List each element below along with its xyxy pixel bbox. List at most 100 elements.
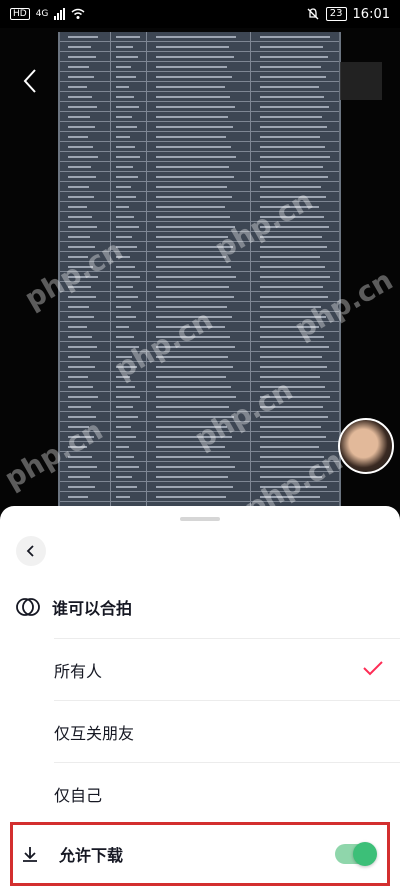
doc-text-line	[156, 396, 236, 398]
doc-text-line	[116, 336, 134, 338]
doc-text-line	[68, 366, 95, 368]
doc-text-line	[156, 156, 236, 158]
doc-text-line	[260, 206, 319, 208]
doc-text-line	[260, 436, 326, 438]
doc-text-line	[68, 306, 89, 308]
doc-text-line	[68, 496, 88, 498]
doc-text-line	[68, 186, 89, 188]
doc-text-line	[116, 146, 135, 148]
doc-text-line	[116, 346, 139, 348]
doc-text-line	[260, 266, 325, 268]
sheet-back-button[interactable]	[16, 536, 46, 566]
doc-text-line	[116, 306, 131, 308]
overlay-square-button[interactable]	[340, 62, 382, 100]
doc-row	[60, 152, 339, 162]
doc-text-line	[156, 46, 229, 48]
doc-text-line	[156, 226, 235, 228]
doc-text-line	[156, 316, 232, 318]
doc-text-line	[156, 286, 229, 288]
doc-text-line	[156, 466, 235, 468]
option-everyone[interactable]: 所有人	[54, 638, 400, 700]
signal-icon	[54, 8, 66, 20]
doc-text-line	[260, 336, 324, 338]
doc-text-line	[116, 196, 136, 198]
doc-text-line	[68, 86, 87, 88]
doc-text-line	[68, 426, 89, 428]
doc-row	[60, 322, 339, 332]
doc-text-line	[260, 316, 326, 318]
doc-text-line	[260, 176, 328, 178]
doc-text-line	[260, 226, 329, 228]
chevron-left-icon[interactable]	[18, 66, 42, 96]
doc-text-line	[260, 476, 322, 478]
doc-text-line	[68, 356, 90, 358]
doc-text-line	[260, 186, 321, 188]
doc-text-line	[156, 296, 234, 298]
doc-text-line	[260, 76, 326, 78]
allow-download-row[interactable]: 允许下载	[10, 822, 390, 886]
doc-text-line	[116, 366, 137, 368]
section-title: 谁可以合拍	[52, 599, 133, 618]
doc-row	[60, 442, 339, 452]
doc-text-line	[68, 296, 96, 298]
sheet-drag-handle[interactable]	[180, 517, 220, 521]
doc-text-line	[156, 246, 233, 248]
doc-text-line	[116, 356, 132, 358]
doc-text-line	[116, 206, 129, 208]
doc-text-line	[116, 496, 130, 498]
doc-text-line	[116, 426, 131, 428]
doc-text-line	[260, 126, 327, 128]
option-mutual-friends[interactable]: 仅互关朋友	[54, 700, 400, 762]
doc-row	[60, 292, 339, 302]
doc-text-line	[260, 456, 324, 458]
doc-row	[60, 122, 339, 132]
doc-row	[60, 102, 339, 112]
doc-text-line	[68, 436, 94, 438]
doc-text-line	[156, 306, 227, 308]
doc-text-line	[116, 256, 130, 258]
doc-text-line	[156, 326, 225, 328]
doc-row	[60, 42, 339, 52]
doc-text-line	[260, 406, 323, 408]
doc-text-line	[116, 246, 137, 248]
doc-text-line	[68, 106, 97, 108]
avatar[interactable]	[338, 418, 394, 474]
video-background: php.cn php.cn php.cn php.cn php.cn php.c…	[0, 28, 400, 528]
doc-text-line	[156, 276, 236, 278]
allow-download-toggle[interactable]	[335, 842, 377, 866]
doc-text-line	[156, 416, 234, 418]
doc-text-line	[156, 56, 234, 58]
doc-row	[60, 492, 339, 502]
doc-text-line	[260, 216, 324, 218]
status-left: HD 4G	[10, 8, 85, 20]
doc-row	[60, 422, 339, 432]
doc-row	[60, 222, 339, 232]
doc-text-line	[156, 426, 227, 428]
doc-text-line	[260, 46, 323, 48]
doc-text-line	[260, 386, 325, 388]
option-only-me[interactable]: 仅自己	[54, 762, 400, 824]
doc-text-line	[156, 96, 230, 98]
doc-text-line	[116, 76, 136, 78]
doc-text-line	[68, 156, 98, 158]
toggle-knob	[353, 842, 377, 866]
doc-text-line	[116, 456, 134, 458]
doc-row	[60, 352, 339, 362]
doc-text-line	[116, 266, 135, 268]
doc-text-line	[68, 66, 89, 68]
network-label: 4G	[35, 9, 49, 19]
doc-text-line	[68, 276, 98, 278]
doc-row	[60, 62, 339, 72]
doc-text-line	[156, 176, 234, 178]
doc-text-line	[68, 406, 91, 408]
doc-row	[60, 242, 339, 252]
doc-row	[60, 172, 339, 182]
doc-row	[60, 52, 339, 62]
doc-text-line	[68, 386, 93, 388]
doc-row	[60, 312, 339, 322]
doc-text-line	[116, 126, 137, 128]
doc-text-line	[260, 486, 327, 488]
doc-text-line	[156, 446, 225, 448]
doc-text-line	[116, 36, 140, 38]
doc-row	[60, 372, 339, 382]
